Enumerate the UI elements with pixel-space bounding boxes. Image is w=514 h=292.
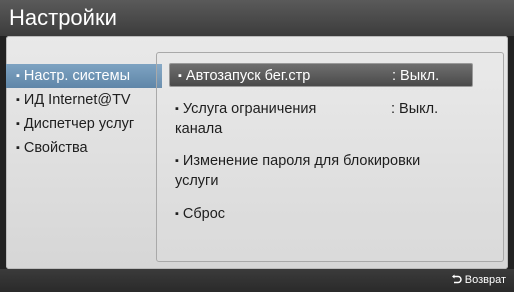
option-value: : Выкл. [392, 68, 440, 84]
left-menu-item-label: Диспетчер услуг [23, 116, 135, 132]
option-change-lock-password[interactable]: ▪ Изменение пароля для блокировки услуги [175, 151, 495, 191]
option-reset[interactable]: ▪ Сброс [175, 204, 225, 224]
bullet-icon: ▪ [175, 155, 179, 167]
page-title: Настройки [9, 5, 117, 30]
option-label-line1: Услуга ограничения [182, 101, 317, 117]
option-label-line2: услуги [175, 173, 219, 189]
option-label-line2: канала [175, 121, 223, 137]
options-box: ▪ Автозапуск бег.стр : Выкл. ▪ Услуга огра… [156, 52, 504, 262]
left-menu-item-label: Настр. системы [23, 68, 130, 84]
left-menu-item-label: Свойства [23, 140, 88, 156]
bullet-icon: ▪ [16, 94, 20, 106]
option-label-line1: Изменение пароля для блокировки [182, 153, 421, 169]
bullet-icon: ▪ [16, 70, 20, 82]
option-label: Сброс [182, 206, 226, 222]
option-channel-lock-service[interactable]: ▪ Услуга ограничения : Выкл. канала [175, 99, 475, 139]
settings-screen: Настройки ▪ Настр. системы ▪ ИД Internet@T… [0, 0, 514, 292]
left-menu-item-system-settings[interactable]: ▪ Настр. системы [6, 64, 162, 88]
title-bar: Настройки [0, 0, 514, 37]
left-menu: ▪ Настр. системы ▪ ИД Internet@TV ▪ Диспетч… [6, 64, 162, 160]
left-menu-item-properties[interactable]: ▪ Свойства [14, 136, 162, 160]
settings-panel: ▪ Настр. системы ▪ ИД Internet@TV ▪ Диспетч… [6, 36, 508, 269]
return-label: Возврат [464, 274, 506, 286]
bullet-icon: ▪ [16, 118, 20, 130]
option-ticker-autostart[interactable]: ▪ Автозапуск бег.стр : Выкл. [169, 63, 473, 87]
bullet-icon: ▪ [175, 103, 179, 115]
bullet-icon: ▪ [175, 208, 179, 220]
left-menu-item-label: ИД Internet@TV [23, 92, 131, 108]
return-arrow-icon [451, 274, 462, 284]
left-menu-item-service-manager[interactable]: ▪ Диспетчер услуг [14, 112, 162, 136]
return-button[interactable]: Возврат [451, 273, 506, 287]
bullet-icon: ▪ [16, 142, 20, 154]
option-label: Автозапуск бег.стр [185, 68, 311, 84]
bullet-icon: ▪ [178, 70, 182, 82]
option-value: : Выкл. [391, 101, 439, 117]
left-menu-item-internet-tv-id[interactable]: ▪ ИД Internet@TV [14, 88, 162, 112]
bottom-bar: Возврат [0, 269, 514, 292]
